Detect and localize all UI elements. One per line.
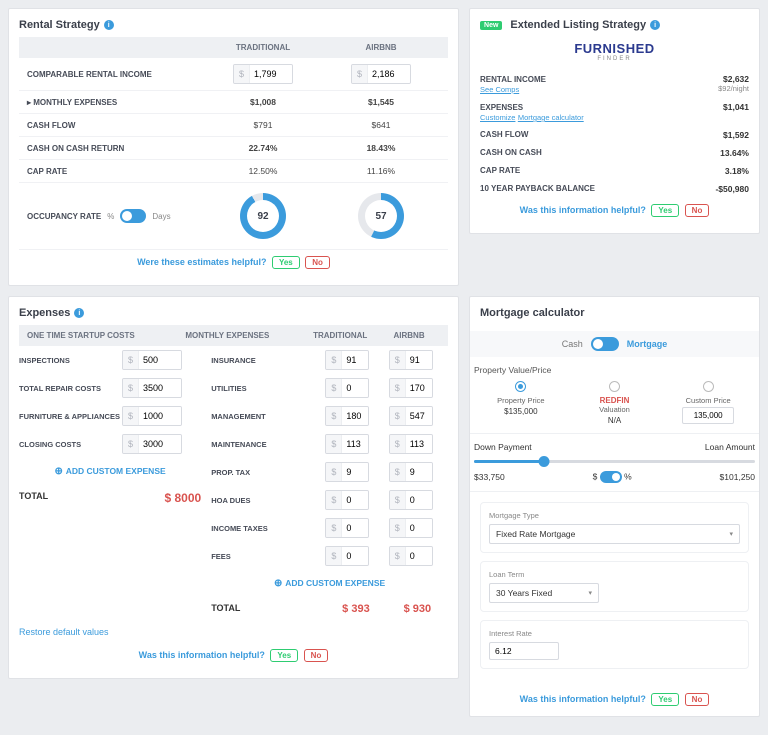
furnished-finder-logo: FURNISHED FINDER bbox=[480, 37, 749, 70]
ext-expenses: EXPENSESCustomize Mortgage calculator $1… bbox=[480, 98, 749, 126]
ext-cashflow: CASH FLOW$1,592 bbox=[480, 126, 749, 144]
no-button[interactable]: No bbox=[304, 649, 329, 662]
row-occupancy: OCCUPANCY RATE % Days 92 57 bbox=[19, 183, 448, 250]
info-icon[interactable] bbox=[104, 20, 114, 30]
ext-income: RENTAL INCOMESee Comps $2,632$92/night bbox=[480, 70, 749, 98]
row-cashflow: CASH FLOW $791 $641 bbox=[19, 114, 448, 137]
col-trad: TRADITIONAL bbox=[204, 43, 322, 52]
ext-title: New Extended Listing Strategy bbox=[480, 19, 749, 31]
monthly-col: INSURANCE$$ UTILITIES$$ MANAGEMENT$$ MAI… bbox=[211, 346, 448, 621]
interest-rate-input[interactable] bbox=[489, 642, 559, 660]
add-custom-expense-one[interactable]: ADD CUSTOM EXPENSE bbox=[19, 458, 201, 485]
see-comps-link[interactable]: See Comps bbox=[480, 85, 546, 94]
repair-input[interactable]: $ bbox=[122, 378, 182, 398]
expenses-card: Expenses ONE TIME STARTUP COSTS MONTHLY … bbox=[8, 296, 459, 679]
down-payment-section: Down PaymentLoan Amount $33,750 $ % $101… bbox=[470, 434, 759, 492]
occupancy-toggle[interactable] bbox=[120, 209, 146, 223]
income-trad-input[interactable]: $ bbox=[233, 64, 293, 84]
property-value-section: Property Value/Price Property Price$135,… bbox=[470, 357, 759, 434]
tab-mortgage[interactable]: Mortgage bbox=[627, 339, 668, 349]
insurance-trad-input[interactable]: $ bbox=[325, 350, 369, 370]
expenses-title: Expenses bbox=[19, 307, 448, 319]
mortgage-type-select[interactable]: Fixed Rate Mortgage▾ bbox=[489, 524, 740, 544]
chevron-down-icon: ▾ bbox=[729, 530, 733, 538]
tab-cash[interactable]: Cash bbox=[562, 339, 583, 349]
row-monthly[interactable]: ▸ MONTHLY EXPENSES $1,008 $1,545 bbox=[19, 91, 448, 114]
chevron-down-icon: ▾ bbox=[589, 589, 593, 597]
new-badge: New bbox=[480, 21, 502, 30]
restore-defaults-link[interactable]: Restore default values bbox=[19, 621, 448, 643]
rental-strategy-card: Rental Strategy TRADITIONAL AIRBNB COMPA… bbox=[8, 8, 459, 286]
furniture-input[interactable]: $ bbox=[122, 406, 182, 426]
mortgage-type-field: Mortgage Type Fixed Rate Mortgage▾ bbox=[480, 502, 749, 553]
rental-title: Rental Strategy bbox=[19, 19, 448, 31]
interest-rate-field: Interest Rate bbox=[480, 620, 749, 669]
loan-term-select[interactable]: 30 Years Fixed▾ bbox=[489, 583, 599, 603]
mortgage-card: Mortgage calculator Cash Mortgage Proper… bbox=[469, 296, 760, 717]
mortgage-helpful: Was this information helpful? Yes No bbox=[470, 687, 759, 716]
closing-input[interactable]: $ bbox=[122, 434, 182, 454]
yes-button[interactable]: Yes bbox=[272, 256, 300, 269]
info-icon[interactable] bbox=[74, 308, 84, 318]
mortgage-title: Mortgage calculator bbox=[470, 297, 759, 325]
rental-header: TRADITIONAL AIRBNB bbox=[19, 37, 448, 58]
donut-air: 57 bbox=[358, 193, 404, 239]
yes-button[interactable]: Yes bbox=[651, 693, 679, 706]
income-air-input[interactable]: $ bbox=[351, 64, 411, 84]
expenses-helpful: Was this information helpful? Yes No bbox=[19, 643, 448, 668]
radio-custom[interactable] bbox=[703, 381, 714, 392]
row-cap: CAP RATE 12.50% 11.16% bbox=[19, 160, 448, 183]
ext-helpful: Was this information helpful? Yes No bbox=[480, 198, 749, 223]
row-coc: CASH ON CASH RETURN 22.74% 18.43% bbox=[19, 137, 448, 160]
expenses-header: ONE TIME STARTUP COSTS MONTHLY EXPENSES … bbox=[19, 325, 448, 346]
yes-button[interactable]: Yes bbox=[651, 204, 679, 217]
mortgage-toggle[interactable] bbox=[591, 337, 619, 351]
one-time-col: INSPECTIONS$ TOTAL REPAIR COSTS$ FURNITU… bbox=[19, 346, 201, 621]
down-payment-slider[interactable] bbox=[474, 460, 755, 463]
rental-helpful: Were these estimates helpful? Yes No bbox=[19, 250, 448, 275]
ext-coc: CASH ON CASH13.64% bbox=[480, 144, 749, 162]
custom-price-input[interactable] bbox=[682, 407, 734, 424]
row-income: COMPARABLE RENTAL INCOME $ $ bbox=[19, 58, 448, 91]
customize-link[interactable]: Customize bbox=[480, 113, 515, 122]
inspections-input[interactable]: $ bbox=[122, 350, 182, 370]
no-button[interactable]: No bbox=[685, 693, 710, 706]
col-air: AIRBNB bbox=[322, 43, 440, 52]
mortgage-calc-link[interactable]: Mortgage calculator bbox=[518, 113, 584, 122]
radio-redfin[interactable] bbox=[609, 381, 620, 392]
radio-property-price[interactable] bbox=[515, 381, 526, 392]
yes-button[interactable]: Yes bbox=[270, 649, 298, 662]
mortgage-tabs: Cash Mortgage bbox=[470, 331, 759, 357]
ext-cap: CAP RATE3.18% bbox=[480, 162, 749, 180]
no-button[interactable]: No bbox=[685, 204, 710, 217]
no-button[interactable]: No bbox=[305, 256, 330, 269]
extended-listing-card: New Extended Listing Strategy FURNISHED … bbox=[469, 8, 760, 234]
loan-term-field: Loan Term 30 Years Fixed▾ bbox=[480, 561, 749, 612]
dp-unit-toggle[interactable] bbox=[600, 471, 622, 483]
insurance-air-input[interactable]: $ bbox=[389, 350, 433, 370]
donut-trad: 92 bbox=[240, 193, 286, 239]
add-custom-expense-monthly[interactable]: ADD CUSTOM EXPENSE bbox=[211, 570, 448, 597]
info-icon[interactable] bbox=[650, 20, 660, 30]
ext-payback: 10 YEAR PAYBACK BALANCE-$50,980 bbox=[480, 180, 749, 198]
